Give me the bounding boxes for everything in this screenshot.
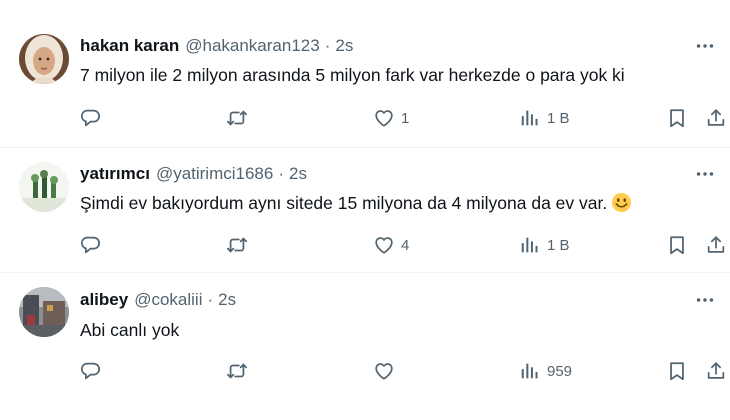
more-icon[interactable] (692, 36, 718, 56)
views-icon (519, 234, 541, 256)
views-button[interactable]: 1 B (519, 106, 570, 130)
like-button[interactable]: 1 (373, 106, 409, 130)
retweet-button[interactable] (226, 359, 254, 383)
retweet-icon (226, 107, 248, 129)
tweet-text: 7 milyon ile 2 milyon arasında 5 milyon … (80, 63, 625, 87)
action-bar: 1 1 B (0, 106, 730, 130)
like-icon (373, 234, 395, 256)
timestamp[interactable]: 2s (218, 290, 236, 310)
retweet-icon (226, 234, 248, 256)
share-icon (705, 360, 727, 382)
avatar[interactable] (19, 287, 69, 337)
separator-dot: · (324, 36, 331, 55)
like-icon (373, 107, 395, 129)
reply-icon (79, 234, 101, 256)
tweet-yatirimci[interactable]: yatırımcı @yatirimci1686 · 2s Şimdi ev b… (0, 147, 730, 272)
views-icon (519, 107, 541, 129)
display-name[interactable]: yatırımcı (80, 164, 150, 184)
action-bar: 4 1 B (0, 233, 730, 257)
user-handle[interactable]: @yatirimci1686 (156, 164, 273, 184)
reply-icon (79, 360, 101, 382)
bookmark-button[interactable] (666, 359, 688, 383)
reply-button[interactable] (79, 106, 107, 130)
bookmark-button[interactable] (666, 233, 688, 257)
more-icon[interactable] (692, 164, 718, 184)
tweet-header: alibey @cokaliii · 2s (80, 289, 236, 311)
separator-dot: · (207, 290, 214, 309)
avatar[interactable] (19, 162, 69, 212)
bookmark-icon (666, 360, 688, 382)
view-count: 959 (547, 362, 573, 380)
tweet-header: yatırımcı @yatirimci1686 · 2s (80, 163, 307, 185)
reply-button[interactable] (79, 359, 107, 383)
reply-icon (79, 107, 101, 129)
tweet-text-content: 7 milyon ile 2 milyon arasında 5 milyon … (80, 65, 625, 85)
share-button[interactable] (705, 233, 727, 257)
more-icon[interactable] (692, 290, 718, 310)
share-button[interactable] (705, 359, 727, 383)
tweet-text: Şimdi ev bakıyordum aynı sitede 15 milyo… (80, 191, 632, 215)
avatar[interactable] (19, 34, 69, 84)
tweet-text-content: Şimdi ev bakıyordum aynı sitede 15 milyo… (80, 193, 608, 213)
views-icon (519, 360, 541, 382)
like-button[interactable]: 4 (373, 233, 409, 257)
tweet-text-content: Abi canlı yok (80, 320, 180, 340)
views-button[interactable]: 959 (519, 359, 572, 383)
tweet-alibey[interactable]: alibey @cokaliii · 2s Abi canlı yok 959 (0, 272, 730, 420)
reply-button[interactable] (79, 233, 107, 257)
timestamp[interactable]: 2s (335, 36, 353, 56)
smiling-face-emoji (611, 192, 632, 213)
share-button[interactable] (705, 106, 727, 130)
timestamp[interactable]: 2s (289, 164, 307, 184)
bookmark-icon (666, 107, 688, 129)
display-name[interactable]: alibey (80, 290, 128, 310)
display-name[interactable]: hakan karan (80, 36, 179, 56)
retweet-button[interactable] (226, 233, 254, 257)
like-button[interactable] (373, 359, 401, 383)
tweet-text: Abi canlı yok (80, 318, 179, 342)
reply-feed: hakan karan @hakankaran123 · 2s 7 milyon… (0, 0, 730, 420)
user-handle[interactable]: @hakankaran123 (185, 36, 319, 56)
separator-dot: · (278, 164, 285, 183)
user-handle[interactable]: @cokaliii (134, 290, 202, 310)
retweet-button[interactable] (226, 106, 254, 130)
action-bar: 959 (0, 359, 730, 383)
like-count: 1 (401, 109, 410, 127)
view-count: 1 B (547, 236, 570, 254)
share-icon (705, 234, 727, 256)
like-count: 4 (401, 236, 410, 254)
view-count: 1 B (547, 109, 570, 127)
tweet-hakan-karan[interactable]: hakan karan @hakankaran123 · 2s 7 milyon… (0, 0, 730, 147)
tweet-header: hakan karan @hakankaran123 · 2s (80, 35, 353, 57)
views-button[interactable]: 1 B (519, 233, 570, 257)
bookmark-button[interactable] (666, 106, 688, 130)
retweet-icon (226, 360, 248, 382)
bookmark-icon (666, 234, 688, 256)
like-icon (373, 360, 395, 382)
share-icon (705, 107, 727, 129)
